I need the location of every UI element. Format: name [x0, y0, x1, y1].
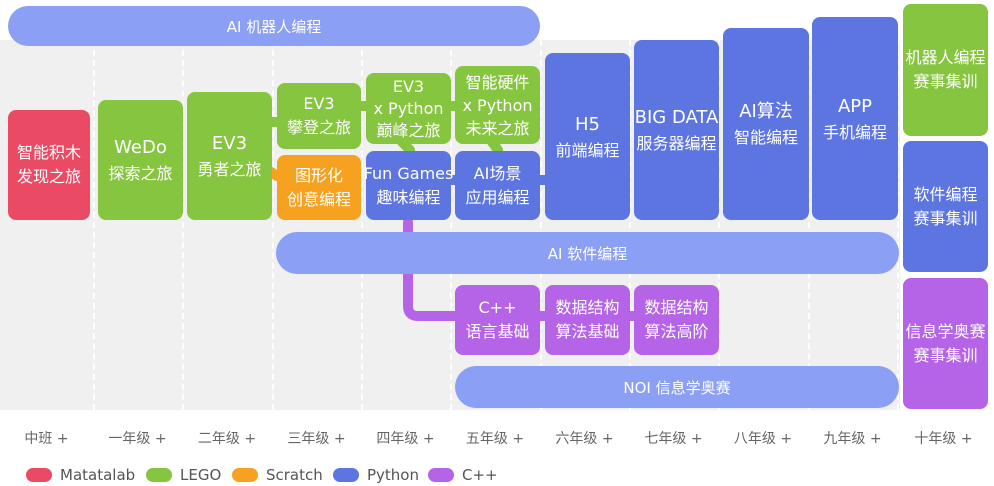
- course-line: 勇者之旅: [197, 160, 262, 179]
- course-line: EV3: [303, 94, 335, 113]
- noi-informatics-banner: NOI 信息学奥赛: [455, 366, 899, 408]
- learning-path-diagram: AI 机器人编程 AI 软件编程 NOI 信息学奥赛 智能积木 发现之旅 WeD…: [0, 0, 994, 486]
- course-line: 巅峰之旅: [376, 120, 441, 140]
- course-line: 未来之旅: [465, 118, 530, 138]
- legend-label: Python: [367, 466, 419, 484]
- course-line: AI算法: [739, 101, 793, 122]
- ai-software-programming-banner: AI 软件编程: [276, 232, 899, 274]
- legend-swatch: [333, 468, 359, 482]
- course-line: 语言基础: [465, 322, 530, 341]
- course-data-structures-basic: 数据结构 算法基础: [545, 285, 630, 355]
- course-ev3-python-peak: EV3 x Python 巅峰之旅: [366, 73, 451, 144]
- course-line: 趣味编程: [376, 187, 441, 207]
- legend-label: Matatalab: [60, 466, 136, 484]
- grade-label: 九年级 +: [823, 431, 882, 447]
- course-line: 前端编程: [555, 140, 620, 160]
- competition-line: 机器人编程: [905, 48, 986, 67]
- course-line: 创意编程: [286, 189, 351, 209]
- course-line: 应用编程: [465, 187, 530, 207]
- legend-item-matatalab: Matatalab: [26, 466, 135, 484]
- competition-line: 信息学奥赛: [905, 321, 986, 341]
- grade-label: 六年级 +: [555, 431, 614, 447]
- competition-line: 软件编程: [913, 184, 978, 204]
- competition-line: 赛事集训: [913, 208, 978, 228]
- legend-swatch: [26, 468, 52, 482]
- course-line: 数据结构: [644, 298, 709, 317]
- legend-item-cpp: C++: [428, 466, 498, 484]
- banner-label: AI 软件编程: [547, 244, 628, 263]
- grade-label: 中班 +: [24, 431, 69, 447]
- legend-label: LEGO: [180, 466, 222, 484]
- ai-robot-programming-banner: AI 机器人编程: [8, 6, 540, 46]
- course-line: 服务器编程: [636, 134, 717, 153]
- course-line: x Python: [373, 98, 444, 118]
- course-line: BIG DATA: [634, 107, 719, 128]
- legend-label: C++: [462, 466, 498, 484]
- competition-robot-training: 机器人编程 赛事集训: [903, 4, 988, 136]
- course-line: Fun Games: [363, 163, 454, 183]
- legend-item-lego: LEGO: [146, 466, 221, 484]
- course-bigdata-server: BIG DATA 服务器编程: [634, 40, 719, 220]
- course-h5-frontend: H5 前端编程: [545, 53, 630, 220]
- legend-item-scratch: Scratch: [232, 466, 323, 484]
- course-line: EV3: [392, 76, 425, 96]
- course-cpp-basics: C++ 语言基础: [455, 285, 540, 355]
- grade-label: 四年级 +: [376, 431, 435, 447]
- course-data-structures-advanced: 数据结构 算法高阶: [634, 285, 719, 355]
- course-ai-algorithm: AI算法 智能编程: [723, 28, 809, 220]
- course-ev3-climb: EV3 攀登之旅: [277, 83, 361, 149]
- grade-label: 七年级 +: [644, 431, 703, 447]
- course-fun-games: Fun Games 趣味编程: [363, 151, 454, 220]
- grade-label: 十年级 +: [914, 431, 973, 447]
- course-ev3-brave: EV3 勇者之旅: [187, 92, 272, 220]
- course-line: 数据结构: [555, 298, 620, 317]
- course-line: 攀登之旅: [286, 118, 351, 137]
- course-line: 智能编程: [733, 128, 798, 147]
- course-line: H5: [575, 113, 600, 135]
- legend-item-python: Python: [333, 466, 419, 484]
- course-line: 智能积木: [16, 143, 81, 162]
- course-app-mobile: APP 手机编程: [812, 17, 898, 220]
- competition-software-training: 软件编程 赛事集训: [903, 141, 988, 272]
- course-wedo-exploration: WeDo 探索之旅: [98, 100, 183, 220]
- banner-label: AI 机器人编程: [226, 17, 322, 36]
- course-line: EV3: [211, 133, 248, 154]
- competition-informatics-training: 信息学奥赛 赛事集训: [903, 278, 988, 409]
- course-line: 手机编程: [822, 122, 887, 142]
- course-line: 发现之旅: [16, 167, 81, 186]
- legend-swatch: [428, 468, 454, 482]
- legend-label: Scratch: [266, 466, 323, 484]
- banner-label: NOI 信息学奥赛: [623, 378, 731, 397]
- grade-label: 一年级 +: [108, 431, 167, 447]
- course-matatalab-discovery: 智能积木 发现之旅: [8, 110, 90, 220]
- course-graphical-creative: 图形化 创意编程: [277, 155, 361, 220]
- course-line: APP: [837, 95, 873, 117]
- course-line: WeDo: [114, 137, 167, 158]
- grade-label: 二年级 +: [197, 431, 257, 447]
- course-line: x Python: [462, 95, 533, 115]
- competition-line: 赛事集训: [913, 345, 978, 365]
- legend-swatch: [146, 468, 172, 482]
- course-ai-scene-application: AI场景 应用编程: [455, 151, 540, 220]
- course-line: 探索之旅: [108, 164, 173, 183]
- grade-label: 八年级 +: [733, 431, 793, 447]
- course-hardware-python-future: 智能硬件 x Python 未来之旅: [455, 66, 540, 144]
- grade-label: 五年级 +: [465, 431, 525, 447]
- grade-label: 三年级 +: [287, 431, 346, 447]
- course-line: 算法高阶: [644, 322, 709, 341]
- competition-line: 赛事集训: [913, 72, 978, 91]
- legend-swatch: [232, 468, 258, 482]
- course-line: AI场景: [473, 163, 522, 183]
- course-line: 智能硬件: [465, 72, 530, 92]
- course-line: C++: [478, 298, 517, 317]
- course-line: 图形化: [294, 165, 343, 185]
- course-line: 算法基础: [555, 322, 620, 341]
